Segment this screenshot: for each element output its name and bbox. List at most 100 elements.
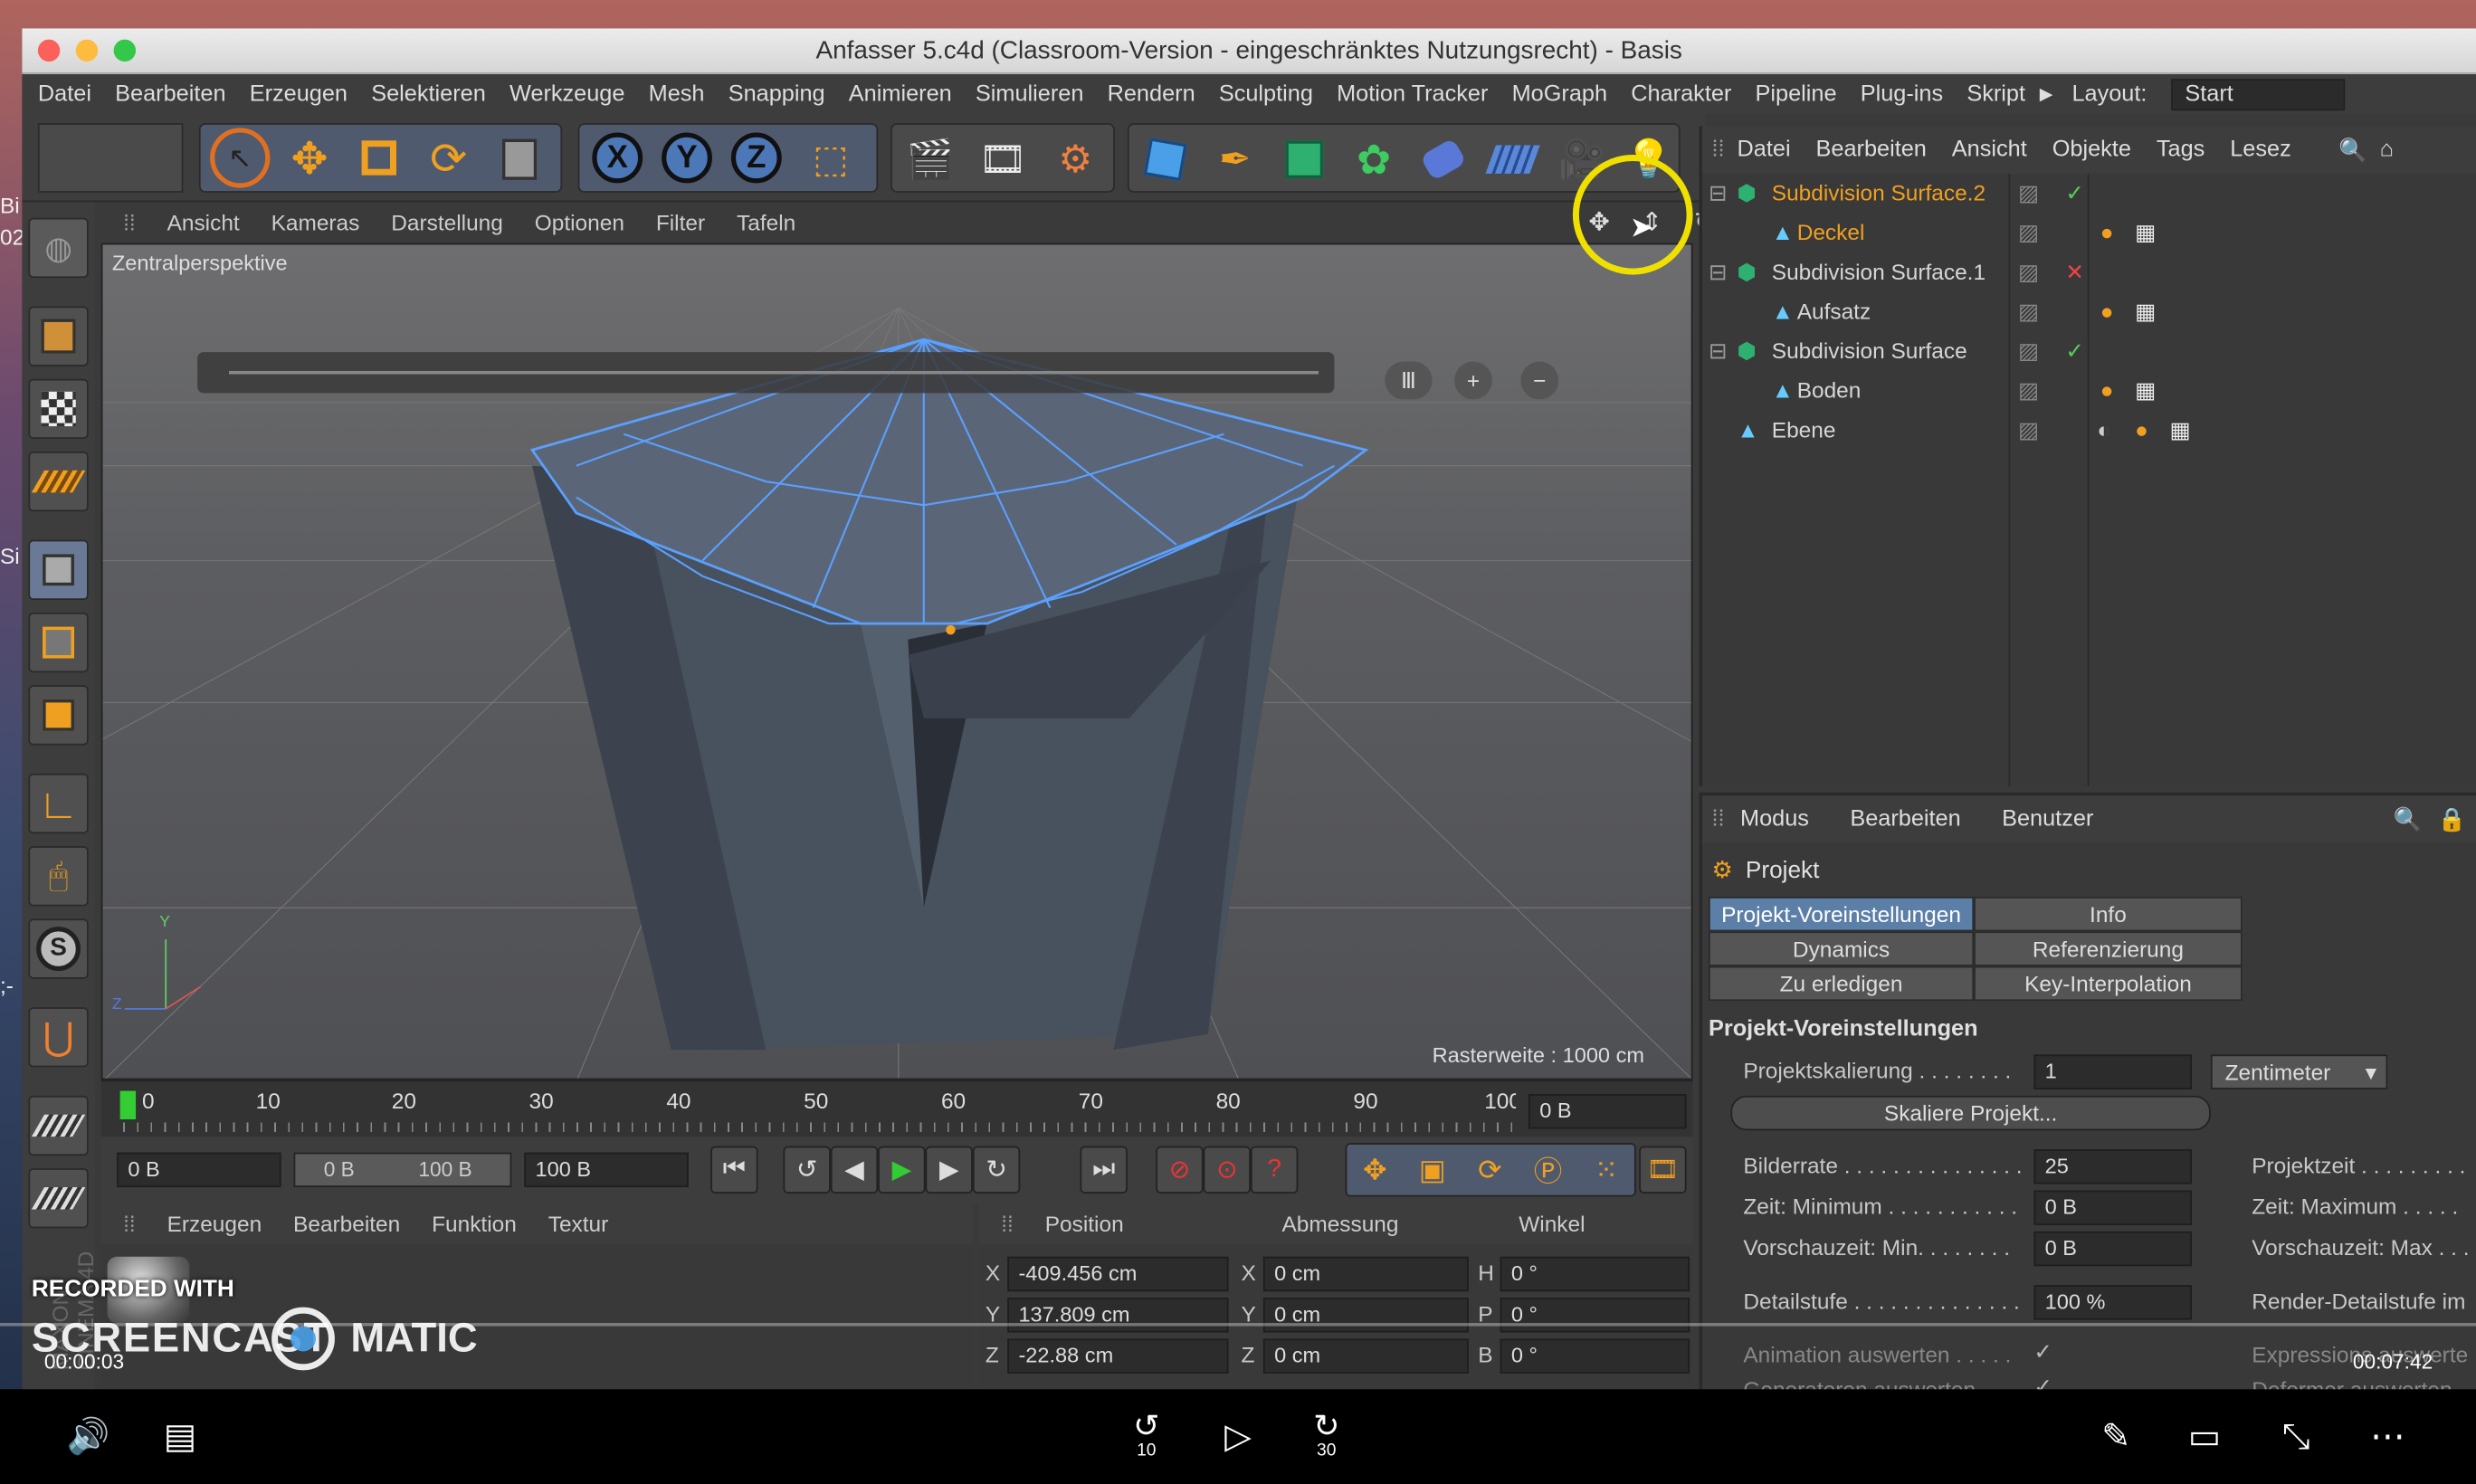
object-name[interactable]: Subdivision Surface.2 [1772, 174, 1986, 214]
render-picture-viewer-icon[interactable]: 🎞 [971, 131, 1034, 188]
coordinate-system-icon[interactable]: ⬚ [801, 131, 861, 188]
snapping-icon[interactable]: S [28, 918, 89, 979]
cast-icon[interactable]: ▭ [2173, 1408, 2236, 1465]
collapse-icon[interactable]: ⊟ [1709, 252, 1727, 292]
previous-key-icon[interactable]: ↺ [783, 1146, 831, 1194]
texture-tag-icon[interactable]: ▦ [2135, 292, 2156, 332]
object-name[interactable]: Deckel [1797, 214, 1865, 253]
object-name[interactable]: Aufsatz [1797, 292, 1871, 332]
enabled-check-icon[interactable]: ✓ [2065, 331, 2083, 371]
menu-rendern[interactable]: Rendern [1108, 81, 1195, 107]
home-icon[interactable]: ⌂ [2380, 138, 2394, 163]
visibility-icon[interactable]: ▨ [2018, 371, 2039, 411]
autokey-icon[interactable]: ⊙ [1203, 1146, 1251, 1194]
zoom-out-button[interactable]: − [1520, 361, 1559, 400]
object-menu-objekte[interactable]: Objekte [2052, 138, 2131, 163]
next-key-icon[interactable]: ↻ [972, 1146, 1021, 1194]
viewport-menu-kameras[interactable]: Kameras [271, 210, 360, 235]
cloner-icon[interactable]: ✿ [1344, 131, 1404, 188]
3d-viewport[interactable]: Ⅲ + − Zentralperspektive Rasterweite : 1… [100, 243, 1693, 1080]
visibility-icon[interactable]: ▨ [2018, 252, 2039, 292]
material-menu-erzeugen[interactable]: Erzeugen [167, 1211, 262, 1236]
play-icon[interactable]: ▶ [878, 1146, 926, 1194]
visibility-icon[interactable]: ▨ [2018, 214, 2039, 253]
time-min-field[interactable]: 0 B [2033, 1190, 2192, 1225]
menu-datei[interactable]: Datei [38, 81, 91, 107]
live-selection-icon[interactable] [491, 131, 548, 188]
object-name[interactable]: Subdivision Surface.1 [1772, 252, 1986, 292]
texture-tag-icon[interactable]: ▦ [2135, 214, 2156, 253]
viewport-menu-filter[interactable]: Filter [656, 210, 705, 235]
attribute-menu-modus[interactable]: Modus [1740, 807, 1809, 832]
search-icon[interactable]: 🔍 [2394, 806, 2423, 832]
timeline-window-icon[interactable]: 🎞 [1639, 1146, 1687, 1194]
volume-icon[interactable]: 🔊 [57, 1408, 120, 1465]
cube-icon[interactable] [1136, 131, 1195, 188]
object-row[interactable]: ⊟ ⬢ Subdivision Surface.2 ▨ ✓ [1702, 174, 2476, 214]
position-track-icon[interactable]: ✥ [1363, 1154, 1386, 1187]
rotation-b-field[interactable]: 0 ° [1500, 1338, 1690, 1374]
material-menu-bearbeiten[interactable]: Bearbeiten [293, 1211, 400, 1236]
menu-motion-tracker[interactable]: Motion Tracker [1337, 81, 1488, 107]
menu-mesh[interactable]: Mesh [649, 81, 705, 107]
keyframe-selection-icon[interactable]: ? [1250, 1146, 1299, 1194]
max-time-field[interactable]: 100 B [524, 1152, 689, 1188]
tab-referenzierung[interactable]: Referenzierung [1974, 931, 2243, 966]
phong-tag-icon[interactable]: ● [2135, 411, 2148, 451]
pause-slider-button[interactable]: Ⅲ [1385, 361, 1433, 400]
floor-icon[interactable] [1482, 131, 1542, 188]
model-mode-icon[interactable] [28, 306, 89, 366]
texture-tag-icon[interactable]: ▦ [2135, 371, 2156, 411]
close-window-button[interactable] [37, 39, 61, 62]
record-key-icon[interactable]: ⊘ [1156, 1146, 1204, 1194]
pen-icon[interactable]: ✎ [2084, 1408, 2147, 1465]
scale-tool-icon[interactable] [349, 128, 409, 187]
object-menu-ansicht[interactable]: Ansicht [1952, 138, 2027, 163]
position-y-field[interactable]: 137.809 cm [1007, 1298, 1229, 1333]
object-row[interactable]: ⊟ ⬢ Subdivision Surface.1 ▨ ✕ [1702, 252, 2476, 292]
go-to-start-icon[interactable]: ⏮ [710, 1146, 758, 1194]
menu-simulieren[interactable]: Simulieren [976, 81, 1084, 107]
project-scale-field[interactable]: 1 [2033, 1054, 2192, 1089]
object-menu-tags[interactable]: Tags [2157, 138, 2205, 163]
size-y-field[interactable]: 0 cm [1262, 1298, 1469, 1333]
enabled-check-icon[interactable]: ✓ [2065, 174, 2083, 214]
tab-projekt-voreinstellungen[interactable]: Projekt-Voreinstellungen [1708, 896, 1975, 932]
attribute-menu-benutzer[interactable]: Benutzer [2002, 807, 2093, 832]
tweak-mode-icon[interactable]: 🖱 [28, 846, 89, 907]
deformer-icon[interactable] [1414, 131, 1473, 188]
timeline[interactable]: 0 10 20 30 40 50 60 70 80 90 100 0 B [100, 1080, 1693, 1137]
phong-tag-icon[interactable]: ● [2100, 214, 2114, 253]
object-row[interactable]: ▲ Boden ▨ ● ▦ [1702, 371, 2476, 411]
material-tag-icon[interactable]: ◐ [2097, 411, 2110, 451]
rotation-track-icon[interactable]: ⟳ [1478, 1154, 1501, 1187]
object-row[interactable]: ▲ Deckel ▨ ● ▦ [1702, 214, 2476, 253]
unit-select[interactable]: Zentimeter ▾ [2210, 1054, 2388, 1089]
visibility-icon[interactable]: ▨ [2018, 331, 2039, 371]
playhead-marker[interactable] [119, 1090, 137, 1119]
tab-info[interactable]: Info [1974, 896, 2243, 932]
object-name[interactable]: Ebene [1772, 411, 1836, 451]
y-axis-lock-button[interactable]: Y [662, 132, 712, 184]
make-editable-icon[interactable]: ◍ [28, 217, 89, 279]
tab-key-interpolation[interactable]: Key-Interpolation [1974, 966, 2243, 1002]
object-name[interactable]: Subdivision Surface [1772, 331, 1967, 371]
object-menu-datei[interactable]: Datei [1737, 138, 1790, 163]
object-row[interactable]: ▲ Ebene ▨ ◐ ● ▦ [1702, 411, 2476, 451]
menu-werkzeuge[interactable]: Werkzeuge [509, 81, 625, 107]
attribute-menu-bearbeiten[interactable]: Bearbeiten [1850, 807, 1960, 832]
menu-selektieren[interactable]: Selektieren [371, 81, 486, 107]
visibility-icon[interactable]: ▨ [2018, 292, 2039, 332]
visibility-icon[interactable]: ▨ [2018, 174, 2039, 214]
minimize-window-button[interactable] [75, 39, 99, 62]
viewport-menu-darstellung[interactable]: Darstellung [391, 210, 503, 235]
phong-tag-icon[interactable]: ● [2100, 371, 2114, 411]
menu-bearbeiten[interactable]: Bearbeiten [115, 81, 225, 107]
menu-erzeugen[interactable]: Erzeugen [250, 81, 348, 107]
captions-icon[interactable]: ▤ [148, 1408, 212, 1465]
object-row[interactable]: ▲ Aufsatz ▨ ● ▦ [1702, 292, 2476, 332]
collapse-icon[interactable]: ⊟ [1709, 174, 1727, 214]
edges-mode-icon[interactable] [28, 612, 89, 673]
parameter-track-icon[interactable]: Ⓟ [1534, 1149, 1562, 1190]
render-settings-icon[interactable]: ⚙ [1043, 131, 1107, 188]
